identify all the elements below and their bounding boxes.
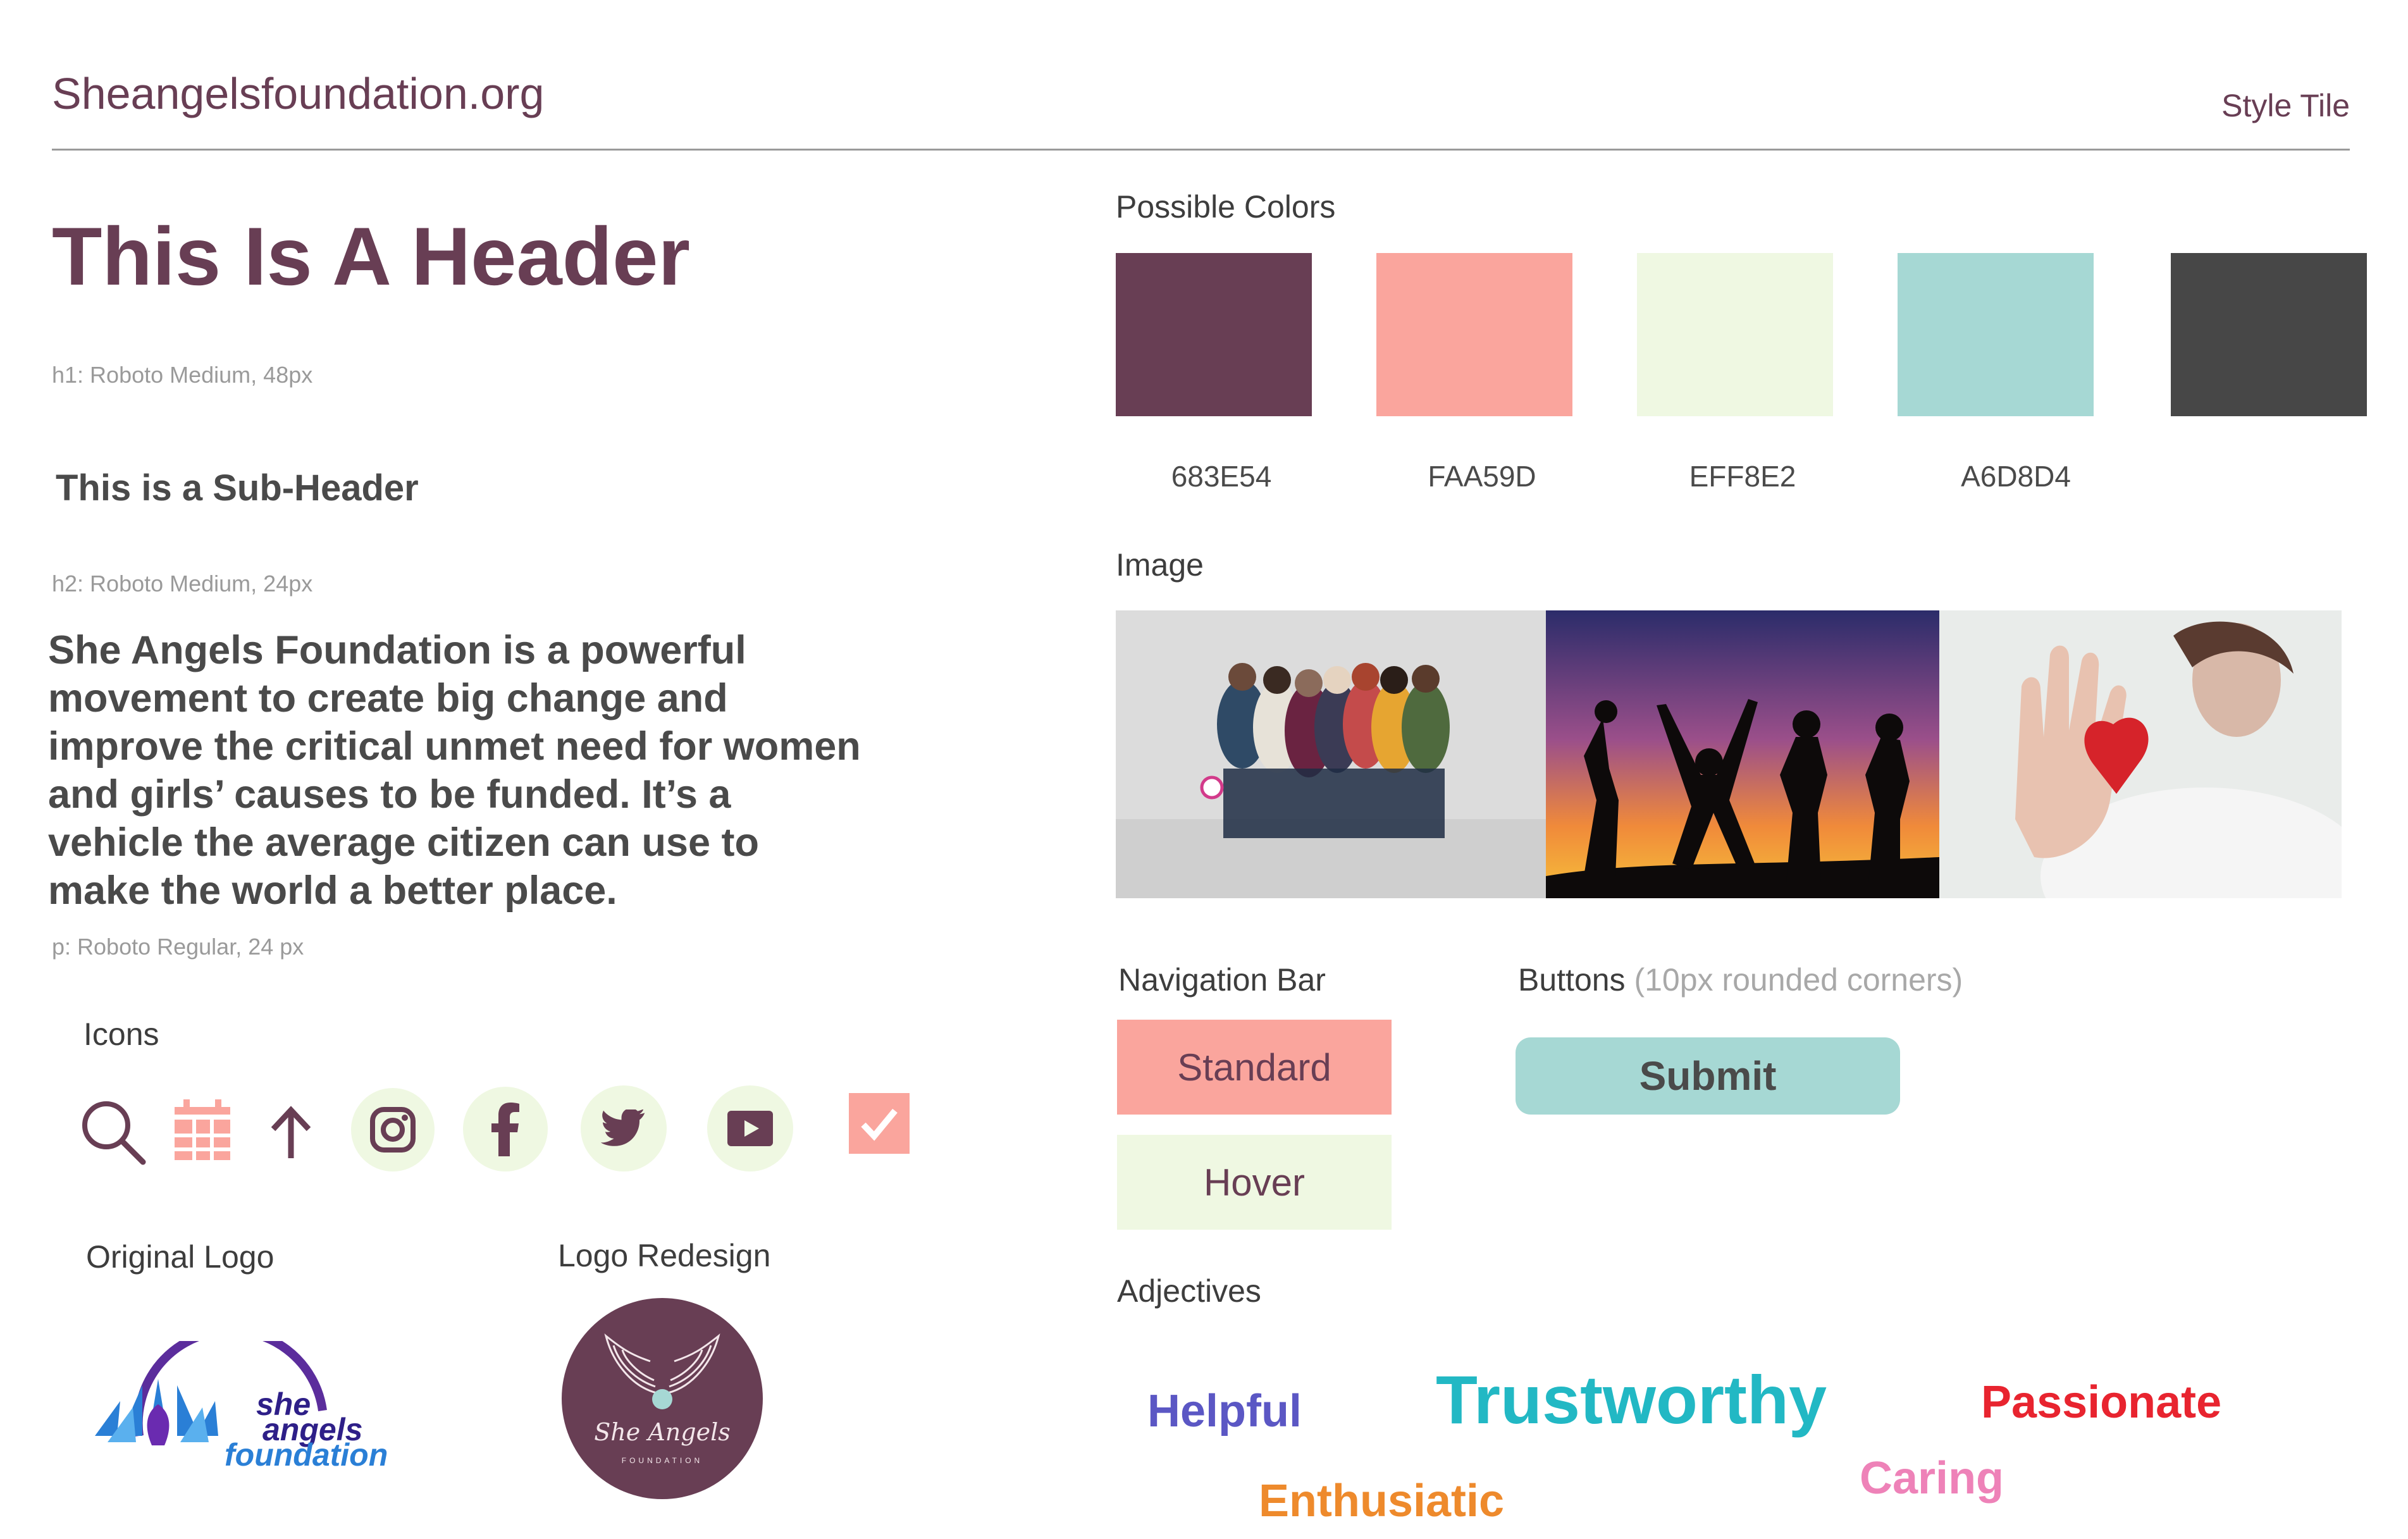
- swatch-5: [2171, 253, 2367, 416]
- original-logo-label: Original Logo: [86, 1239, 275, 1275]
- calendar-icon[interactable]: [172, 1099, 233, 1163]
- header-divider: [52, 149, 2350, 151]
- search-icon[interactable]: [78, 1097, 148, 1167]
- icons-label: Icons: [83, 1017, 159, 1052]
- redesign-small-text: FOUNDATION: [621, 1456, 703, 1465]
- paragraph-note: p: Roboto Regular, 24 px: [52, 934, 304, 960]
- image-label: Image: [1116, 547, 1204, 583]
- h1-note: h1: Roboto Medium, 48px: [52, 362, 313, 388]
- adjective-enthusiatic: Enthusiatic: [1259, 1476, 1505, 1526]
- buttons-title: Buttons: [1518, 962, 1626, 998]
- photo-heart-hand: [1939, 610, 2342, 898]
- original-logo-text: she angels foundation: [225, 1387, 388, 1473]
- swatch-1-hex: 683E54: [1171, 460, 1272, 493]
- swatch-1: [1116, 253, 1312, 416]
- h2-note: h2: Roboto Medium, 24px: [52, 571, 313, 596]
- adjective-trustworthy: Trustworthy: [1436, 1361, 1827, 1438]
- original-logo: she angels foundation: [82, 1341, 398, 1473]
- nav-standard-button[interactable]: Standard: [1117, 1020, 1392, 1115]
- twitter-icon[interactable]: [581, 1085, 667, 1171]
- navigation-label: Navigation Bar: [1118, 962, 1326, 998]
- adjective-caring: Caring: [1860, 1453, 2004, 1504]
- swatch-4: [1898, 253, 2094, 416]
- submit-button[interactable]: Submit: [1516, 1037, 1900, 1115]
- checkbox-icon[interactable]: [849, 1093, 910, 1154]
- redesign-script-text: She Angels: [594, 1418, 731, 1446]
- logo-redesign: She Angels FOUNDATION: [562, 1298, 763, 1499]
- logo-redesign-label: Logo Redesign: [558, 1238, 771, 1273]
- buttons-label: Buttons (10px rounded corners): [1518, 961, 1963, 998]
- swatch-3-hex: EFF8E2: [1689, 460, 1796, 493]
- h1-sample: This Is A Header: [52, 210, 691, 302]
- swatch-3: [1637, 253, 1833, 416]
- adjective-helpful: Helpful: [1147, 1386, 1302, 1437]
- swatch-4-hex: A6D8D4: [1961, 460, 2071, 493]
- buttons-note: (10px rounded corners): [1634, 962, 1963, 998]
- site-title: Sheangelsfoundation.org: [52, 69, 545, 118]
- style-tile-label: Style Tile: [2221, 88, 2350, 123]
- arrow-up-icon[interactable]: [266, 1104, 316, 1161]
- swatch-2: [1376, 253, 1572, 416]
- photo-silhouettes-sunset: [1546, 610, 1939, 898]
- colors-label: Possible Colors: [1116, 189, 1336, 225]
- adjective-passionate: Passionate: [1981, 1377, 2222, 1428]
- nav-hover-button[interactable]: Hover: [1117, 1135, 1392, 1230]
- youtube-icon[interactable]: [707, 1085, 793, 1171]
- photo-group-women: [1116, 610, 1546, 898]
- adjectives-label: Adjectives: [1117, 1273, 1261, 1309]
- h2-sample: This is a Sub-Header: [56, 467, 419, 509]
- paragraph-sample: She Angels Foundation is a powerful move…: [48, 628, 861, 913]
- instagram-icon[interactable]: [351, 1088, 435, 1171]
- facebook-icon[interactable]: [463, 1087, 548, 1171]
- swatch-2-hex: FAA59D: [1428, 460, 1536, 493]
